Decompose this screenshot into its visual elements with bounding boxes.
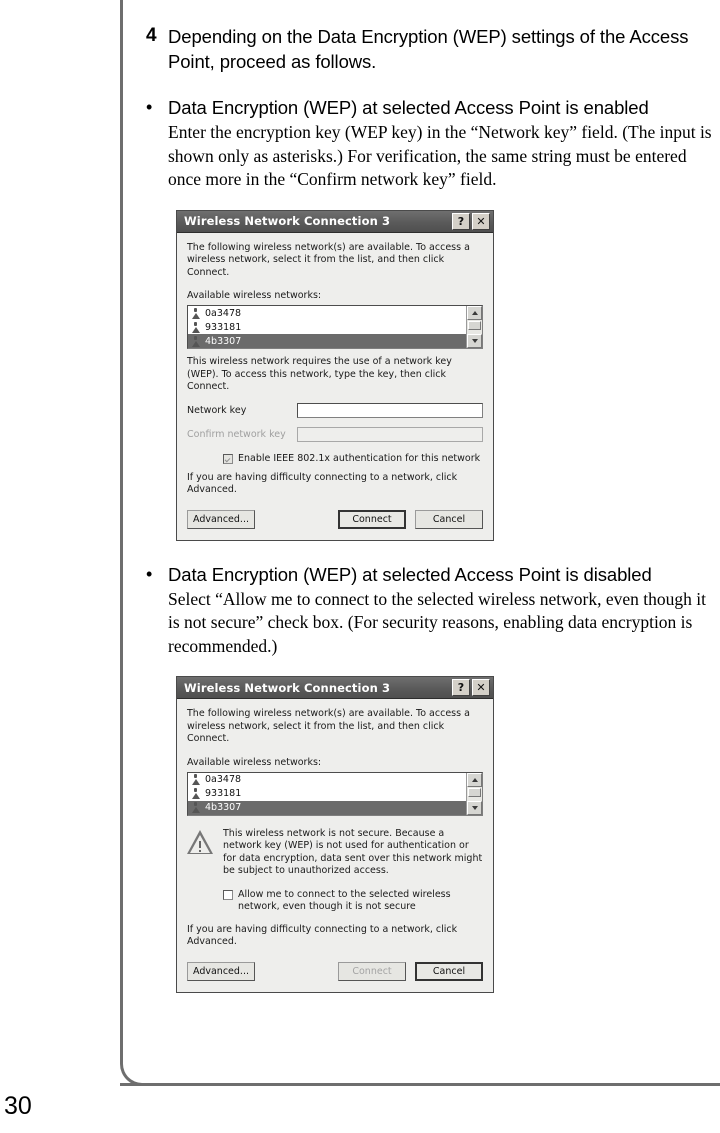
- wireless-network-connection-dialog-enabled[interactable]: Wireless Network Connection 3 ? ✕ The fo…: [176, 209, 494, 541]
- network-name: 0a3478: [205, 307, 242, 319]
- network-name: 0a3478: [205, 774, 242, 785]
- allow-insecure-checkbox-row[interactable]: Allow me to connect to the selected wire…: [187, 889, 483, 913]
- scroll-down-button[interactable]: [467, 334, 482, 348]
- dialog-titlebar[interactable]: Wireless Network Connection 3 ? ✕: [177, 210, 493, 233]
- scroll-up-button[interactable]: [467, 306, 482, 320]
- network-key-input[interactable]: [297, 402, 483, 418]
- network-key-row: Network key: [187, 402, 483, 418]
- network-key-label: Network key: [187, 404, 247, 416]
- network-key-notice: This wireless network requires the use o…: [187, 356, 452, 392]
- listbox-scrollbar[interactable]: [466, 772, 482, 815]
- dialog-intro-text: The following wireless network(s) are av…: [187, 241, 470, 278]
- security-warning: This wireless network is not secure. Bec…: [187, 828, 483, 878]
- wireless-network-icon: [191, 335, 200, 347]
- dialog-title: Wireless Network Connection 3: [184, 680, 391, 695]
- help-icon[interactable]: ?: [452, 212, 470, 230]
- list-item[interactable]: 0a3478: [188, 306, 466, 320]
- list-item[interactable]: 933181: [188, 787, 466, 801]
- wireless-network-icon: [191, 802, 200, 813]
- bullet-heading: Data Encryption (WEP) at selected Access…: [168, 97, 649, 118]
- chevron-down-icon: [471, 339, 478, 343]
- confirm-network-key-label: Confirm network key: [187, 428, 286, 440]
- close-icon[interactable]: ✕: [472, 679, 490, 696]
- bullet-body-text: Enter the encryption key (WEP key) in th…: [168, 122, 712, 189]
- page-number: 30: [4, 1092, 32, 1120]
- available-networks-listbox[interactable]: 0a3478 933181 4b3307: [187, 305, 483, 349]
- scroll-up-button[interactable]: [467, 772, 482, 787]
- dialog-intro-text: The following wireless network(s) are av…: [187, 708, 470, 744]
- step-4: 4 Depending on the Data Encryption (WEP)…: [146, 24, 720, 74]
- bullet-heading: Data Encryption (WEP) at selected Access…: [168, 563, 652, 585]
- enable-8021x-label: Enable IEEE 802.1x authentication for th…: [238, 452, 481, 464]
- available-networks-label: Available wireless networks:: [187, 290, 322, 301]
- bullet-wep-enabled: • Data Encryption (WEP) at selected Acce…: [146, 95, 720, 192]
- network-name: 933181: [205, 321, 242, 333]
- network-name: 4b3307: [205, 335, 242, 347]
- wireless-network-icon: [191, 788, 200, 799]
- scroll-down-button[interactable]: [467, 800, 482, 815]
- bullet-marker: •: [146, 563, 153, 584]
- listbox-scrollbar[interactable]: [466, 306, 482, 348]
- wireless-network-connection-dialog-disabled[interactable]: Wireless Network Connection 3 ? ✕ The fo…: [176, 676, 494, 993]
- dialog-button-row: Advanced... Connect Cancel: [187, 509, 483, 529]
- available-networks-label: Available wireless networks:: [187, 756, 322, 768]
- page-content: 4 Depending on the Data Encryption (WEP)…: [146, 0, 720, 993]
- close-icon[interactable]: ✕: [472, 212, 490, 230]
- step-number: 4: [146, 25, 157, 46]
- wireless-network-icon: [191, 307, 200, 319]
- dialog-titlebar[interactable]: Wireless Network Connection 3 ? ✕: [177, 677, 493, 699]
- connect-button[interactable]: Connect: [338, 509, 406, 529]
- enable-8021x-checkbox-row[interactable]: Enable IEEE 802.1x authentication for th…: [187, 453, 483, 465]
- scrollbar-thumb[interactable]: [468, 321, 481, 330]
- checkbox-checked-icon[interactable]: [223, 453, 233, 464]
- list-item[interactable]: 933181: [188, 320, 466, 334]
- scrollbar-thumb[interactable]: [468, 787, 481, 797]
- available-networks-listbox[interactable]: 0a3478 933181 4b3307: [187, 771, 483, 816]
- wireless-network-icon: [191, 321, 200, 333]
- list-item-selected[interactable]: 4b3307: [188, 334, 466, 348]
- allow-insecure-label: Allow me to connect to the selected wire…: [238, 888, 451, 912]
- step-text: Depending on the Data Encryption (WEP) s…: [168, 26, 689, 72]
- dialog-button-row: Advanced... Connect Cancel: [187, 961, 483, 981]
- chevron-down-icon: [471, 805, 478, 810]
- network-name: 933181: [205, 788, 242, 799]
- wireless-network-icon: [191, 774, 200, 785]
- bullet-wep-disabled: • Data Encryption (WEP) at selected Acce…: [146, 562, 720, 659]
- chevron-up-icon: [471, 311, 478, 315]
- list-item-selected[interactable]: 4b3307: [188, 800, 466, 815]
- advanced-button[interactable]: Advanced...: [187, 509, 255, 529]
- warning-triangle-icon: [187, 829, 215, 856]
- connect-button: Connect: [338, 961, 406, 981]
- chevron-up-icon: [471, 777, 478, 782]
- confirm-network-key-row: Confirm network key: [187, 426, 483, 442]
- bullet-body-text: Select “Allow me to connect to the selec…: [168, 588, 706, 656]
- dialog-footer-note: If you are having difficulty connecting …: [187, 471, 458, 496]
- advanced-button[interactable]: Advanced...: [187, 961, 255, 981]
- cancel-button[interactable]: Cancel: [415, 961, 483, 981]
- network-name: 4b3307: [205, 802, 242, 813]
- page-border-bottom: [120, 1083, 720, 1086]
- help-icon[interactable]: ?: [452, 679, 470, 696]
- cancel-button[interactable]: Cancel: [415, 509, 483, 529]
- dialog-footer-note: If you are having difficulty connecting …: [187, 923, 458, 948]
- dialog-title: Wireless Network Connection 3: [184, 214, 391, 228]
- confirm-network-key-input[interactable]: [297, 426, 483, 442]
- bullet-marker: •: [146, 97, 153, 117]
- checkbox-unchecked-icon[interactable]: [223, 889, 233, 900]
- list-item[interactable]: 0a3478: [188, 773, 466, 787]
- security-warning-text: This wireless network is not secure. Bec…: [223, 827, 483, 877]
